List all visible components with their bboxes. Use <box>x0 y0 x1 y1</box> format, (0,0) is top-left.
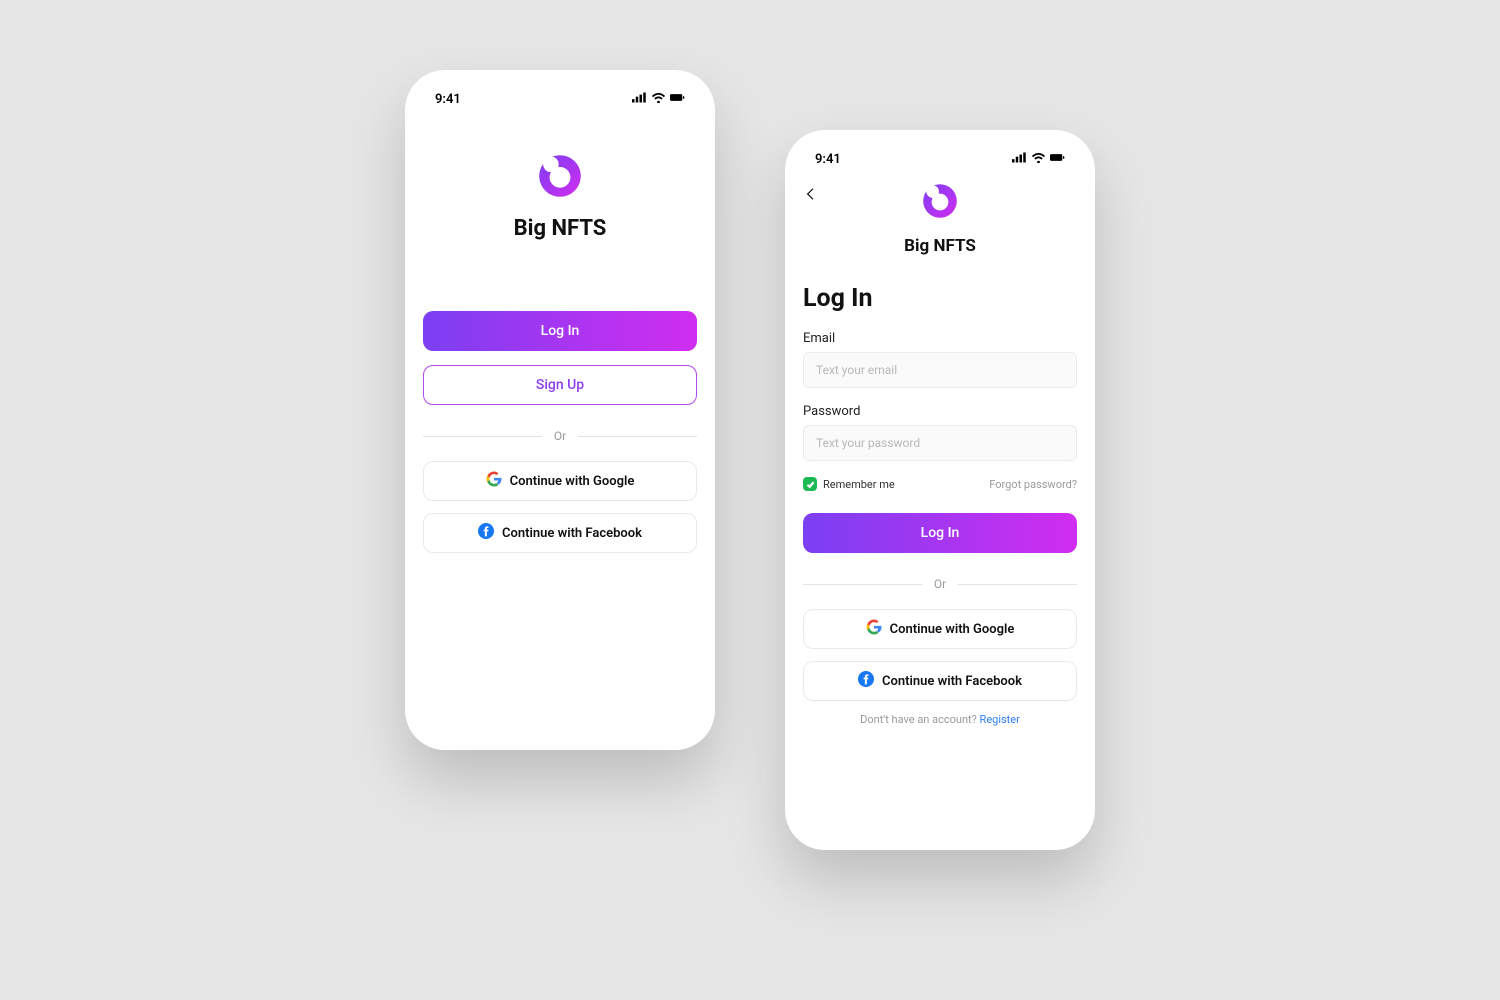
status-bar: 9:41 <box>803 148 1077 170</box>
or-label: Or <box>554 429 566 443</box>
status-icons <box>632 92 685 107</box>
battery-icon <box>670 92 685 107</box>
logo-block: Big NFTS <box>803 180 1077 256</box>
continue-facebook-button[interactable]: Continue with Facebook <box>803 661 1077 701</box>
facebook-icon <box>478 523 494 543</box>
status-bar: 9:41 <box>423 88 697 110</box>
email-label: Email <box>803 331 1077 346</box>
continue-facebook-label: Continue with Facebook <box>882 674 1022 689</box>
continue-google-button[interactable]: Continue with Google <box>423 461 697 501</box>
google-icon <box>486 471 502 491</box>
status-time: 9:41 <box>815 152 841 167</box>
continue-facebook-button[interactable]: Continue with Facebook <box>423 513 697 553</box>
submit-login-button[interactable]: Log In <box>803 513 1077 553</box>
register-prompt-text: Dont't have an account? <box>860 713 979 726</box>
or-divider: Or <box>803 577 1077 591</box>
register-link[interactable]: Register <box>980 713 1020 726</box>
logo-block: Big NFTS <box>423 150 697 241</box>
app-logo-icon <box>534 187 586 206</box>
brand-name: Big NFTS <box>803 236 1077 256</box>
cellular-icon <box>632 92 647 107</box>
back-button[interactable] <box>803 186 819 206</box>
forgot-password-link[interactable]: Forgot password? <box>989 478 1077 491</box>
status-icons <box>1012 152 1065 167</box>
login-screen: 9:41 Big NFTS Log In <box>785 130 1095 850</box>
wifi-icon <box>1031 152 1046 167</box>
brand-name: Big NFTS <box>423 216 697 241</box>
password-field[interactable] <box>803 425 1077 461</box>
or-label: Or <box>934 577 946 591</box>
chevron-left-icon <box>803 187 819 206</box>
login-button[interactable]: Log In <box>423 311 697 351</box>
remember-me-toggle[interactable]: Remember me <box>803 477 895 491</box>
continue-google-label: Continue with Google <box>890 622 1015 637</box>
continue-facebook-label: Continue with Facebook <box>502 526 642 541</box>
app-logo-icon <box>919 207 961 226</box>
continue-google-label: Continue with Google <box>510 474 635 489</box>
signup-button[interactable]: Sign Up <box>423 365 697 405</box>
wifi-icon <box>651 92 666 107</box>
password-label: Password <box>803 404 1077 419</box>
google-icon <box>866 619 882 639</box>
cellular-icon <box>1012 152 1027 167</box>
continue-google-button[interactable]: Continue with Google <box>803 609 1077 649</box>
welcome-screen: 9:41 Big NFTS Log In Sign Up <box>405 70 715 750</box>
or-divider: Or <box>423 429 697 443</box>
page-title: Log In <box>803 284 1077 313</box>
facebook-icon <box>858 671 874 691</box>
battery-icon <box>1050 152 1065 167</box>
remember-me-label: Remember me <box>823 478 895 491</box>
email-field[interactable] <box>803 352 1077 388</box>
check-icon <box>803 477 817 491</box>
register-prompt: Dont't have an account? Register <box>803 713 1077 726</box>
status-time: 9:41 <box>435 92 461 107</box>
